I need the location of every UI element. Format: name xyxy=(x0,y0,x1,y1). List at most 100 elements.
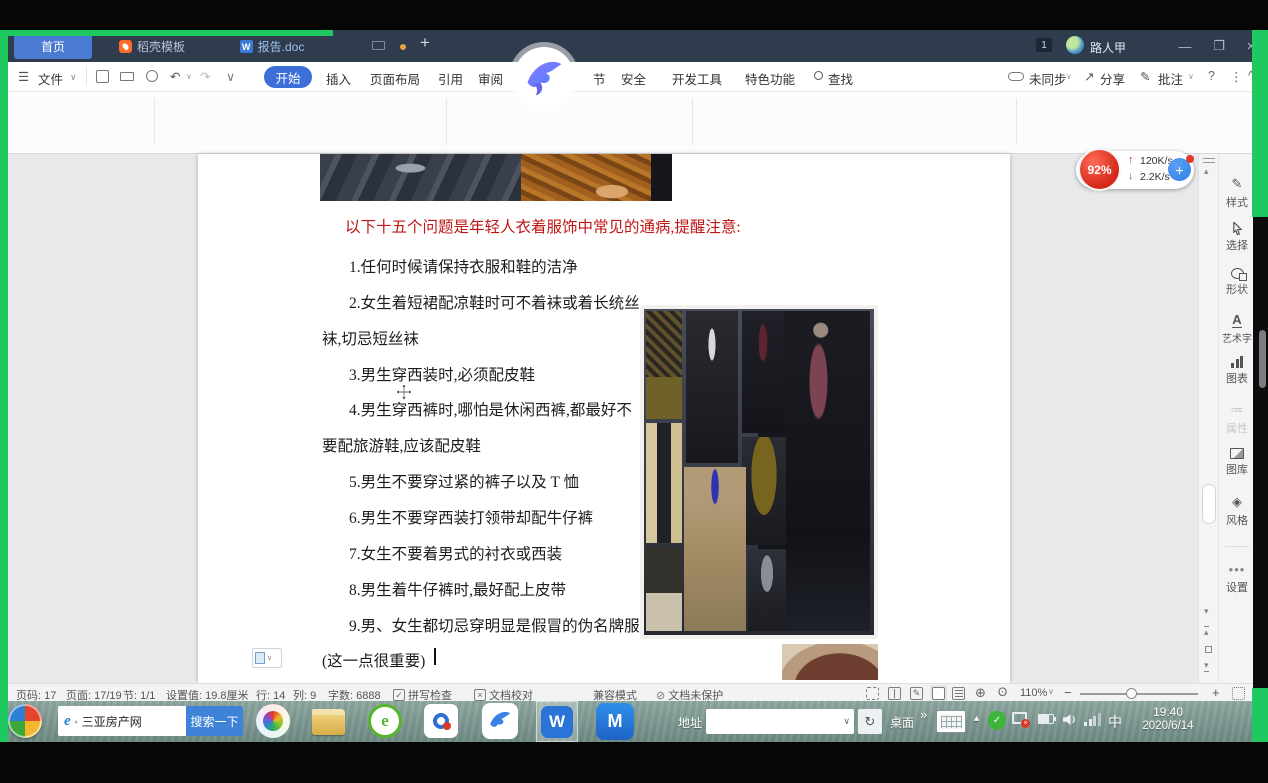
fashion-collage-image[interactable] xyxy=(640,305,878,639)
cloud-sync-icon[interactable] xyxy=(1008,72,1024,81)
side-item-chart[interactable]: 图表 xyxy=(1219,356,1255,386)
outline-view-button[interactable] xyxy=(952,687,965,700)
print-icon[interactable] xyxy=(120,72,134,81)
doc-line[interactable]: 要配旅游鞋,应该配皮鞋 xyxy=(322,434,481,456)
sync-caret-icon[interactable] xyxy=(1066,72,1072,81)
ink-view-button[interactable] xyxy=(910,687,923,700)
scroll-down-icon[interactable] xyxy=(1204,606,1209,617)
fit-page-button[interactable] xyxy=(1232,687,1245,700)
share-icon[interactable] xyxy=(1084,69,1094,84)
menu-review[interactable]: 审阅 xyxy=(478,69,503,88)
doc-line[interactable]: 6.男生不要穿西装打领带却配牛仔裤 xyxy=(349,506,593,528)
hamburger-menu-icon[interactable] xyxy=(18,69,29,84)
undo-icon[interactable] xyxy=(170,69,180,84)
desktop-chevrons-icon[interactable]: » xyxy=(920,707,927,722)
xunlei-icon[interactable] xyxy=(482,703,518,739)
taskbar-search-box[interactable]: e 三亚房产网 xyxy=(58,706,186,736)
net-monitor-overlay[interactable]: 92% ↑ 120K/s ↓ 2.2K/s + xyxy=(1076,151,1194,189)
doc-image-top-strip[interactable] xyxy=(320,154,672,201)
next-page-icon[interactable] xyxy=(1204,660,1209,672)
message-count-badge[interactable]: 1 xyxy=(1036,38,1052,52)
find-icon[interactable] xyxy=(814,71,823,80)
menu-special-features[interactable]: 特色功能 xyxy=(745,69,795,88)
restore-button[interactable] xyxy=(1206,35,1232,57)
menu-comment[interactable]: 批注 xyxy=(1158,69,1183,88)
zoom-out-button[interactable]: − xyxy=(1064,685,1072,700)
page-view-button[interactable] xyxy=(930,685,947,701)
prev-page-icon[interactable] xyxy=(1204,626,1209,638)
doc-line[interactable]: 1.任何时候请保持衣服和鞋的洁净 xyxy=(349,255,578,277)
split-handle[interactable] xyxy=(1203,158,1215,163)
menu-find[interactable]: 查找 xyxy=(828,69,853,88)
print-preview-icon[interactable] xyxy=(146,70,158,82)
fullscreen-view-button[interactable] xyxy=(866,687,879,700)
wps-taskbar-button[interactable]: W xyxy=(536,701,578,742)
new-tab-button[interactable] xyxy=(420,33,430,53)
tab-docer[interactable]: 稻壳模板 xyxy=(96,34,208,59)
menu-start-tab[interactable]: 开始 xyxy=(264,66,312,88)
taskbar-search-button[interactable]: 搜索一下 xyxy=(186,706,243,736)
360-speed-browser-icon[interactable]: e xyxy=(368,704,402,738)
doc-image-bottom[interactable] xyxy=(782,644,878,680)
scroll-up-icon[interactable] xyxy=(1204,166,1209,177)
side-item-shapes[interactable]: 形状 xyxy=(1219,268,1255,297)
side-item-wordart[interactable]: A 艺术字 xyxy=(1219,312,1255,345)
menu-page-layout[interactable]: 页面布局 xyxy=(370,69,420,88)
doc-line[interactable]: 袜,切忌短丝袜 xyxy=(322,327,419,349)
rings-app-icon[interactable] xyxy=(424,704,458,738)
zoom-caret-icon[interactable] xyxy=(1048,687,1054,696)
menu-sync[interactable]: 未同步 xyxy=(1029,69,1067,88)
doc-line[interactable]: 4.男生穿西裤时,哪怕是休闲西裤,都最好不 xyxy=(349,398,632,420)
doc-line[interactable]: 8.男生着牛仔裤时,最好配上皮带 xyxy=(349,578,566,600)
doc-line[interactable]: (这一点很重要) xyxy=(322,649,425,671)
tray-signal-icon[interactable] xyxy=(1084,713,1101,726)
two-page-view-button[interactable] xyxy=(888,687,901,700)
side-item-style2[interactable]: ◈ 风格 xyxy=(1219,494,1255,528)
zoom-slider-track[interactable] xyxy=(1080,693,1198,695)
desktop-toolbar-label[interactable]: 桌面 xyxy=(890,714,914,731)
save-icon[interactable] xyxy=(96,70,109,83)
menu-reference[interactable]: 引用 xyxy=(438,69,463,88)
zoom-in-button[interactable]: + xyxy=(1212,685,1220,700)
touch-keyboard-button[interactable] xyxy=(936,710,966,733)
ime-indicator[interactable]: 中 xyxy=(1108,712,1122,732)
tray-speaker-icon[interactable] xyxy=(1062,713,1077,726)
tray-shield-icon[interactable]: ✓ xyxy=(988,711,1006,730)
toolbar-more-icon[interactable] xyxy=(226,69,235,84)
file-caret-icon[interactable] xyxy=(70,72,77,83)
user-name[interactable]: 路人甲 xyxy=(1090,39,1126,56)
tab-home[interactable]: 首页 xyxy=(14,34,92,59)
menu-section-partial[interactable]: 节 xyxy=(593,69,606,88)
menu-dev-tools[interactable]: 开发工具 xyxy=(672,69,722,88)
undo-caret-icon[interactable] xyxy=(186,72,192,81)
tab-document[interactable]: W 报告.doc xyxy=(212,34,332,59)
start-button[interactable] xyxy=(8,704,42,738)
tray-battery-icon[interactable] xyxy=(1038,714,1054,724)
web-view-button[interactable] xyxy=(974,687,987,700)
m-app-icon[interactable]: M xyxy=(596,703,634,740)
doc-line[interactable]: 5.男生不要穿过紧的裤子以及 T 恤 xyxy=(349,470,579,492)
doc-line[interactable]: 3.男生穿西装时,必须配皮鞋 xyxy=(349,363,535,385)
more-menu-icon[interactable] xyxy=(1230,69,1243,84)
comment-icon[interactable] xyxy=(1140,69,1150,84)
tray-expand-icon[interactable] xyxy=(974,713,979,724)
select-browse-object-icon[interactable] xyxy=(1205,646,1212,653)
address-caret-icon[interactable] xyxy=(843,716,850,727)
eye-protect-button[interactable] xyxy=(996,687,1009,700)
doc-line[interactable]: 9.男、女生都切忌穿明显是假冒的伪名牌服饰 xyxy=(349,614,655,636)
doc-scrollbar[interactable] xyxy=(1198,154,1218,683)
scroll-thumb[interactable] xyxy=(1202,484,1216,524)
address-go-button[interactable] xyxy=(858,709,882,734)
comment-caret-icon[interactable] xyxy=(1188,72,1194,81)
minimize-button[interactable] xyxy=(1172,35,1198,57)
side-item-gallery[interactable]: 图库 xyxy=(1219,448,1255,477)
zoom-value[interactable]: 110% xyxy=(1020,687,1047,699)
help-icon[interactable] xyxy=(1208,69,1215,83)
side-item-styles[interactable]: 样式 xyxy=(1219,176,1255,210)
menu-security[interactable]: 安全 xyxy=(621,69,646,88)
paste-options-button[interactable] xyxy=(252,648,282,668)
menu-file[interactable]: 文件 xyxy=(38,69,63,88)
doc-line[interactable]: 7.女生不要着男式的衬衣或西装 xyxy=(349,542,562,564)
menu-insert[interactable]: 插入 xyxy=(326,69,351,88)
explorer-folder-icon[interactable] xyxy=(312,709,345,735)
